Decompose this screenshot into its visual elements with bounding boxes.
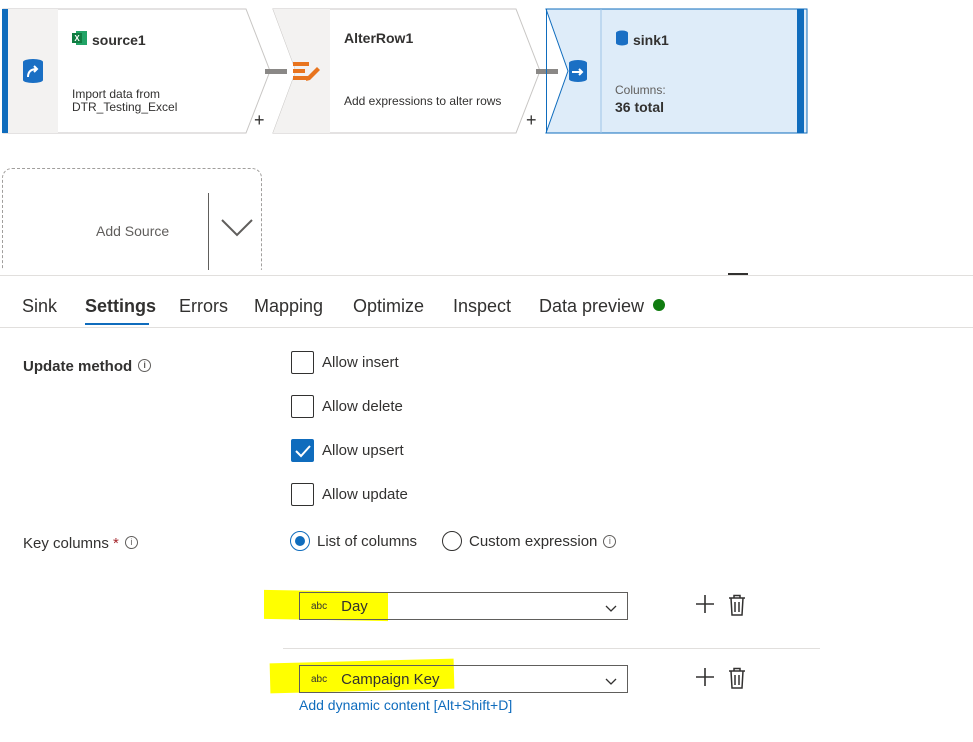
- tab-data-preview-label: Data preview: [539, 296, 645, 316]
- settings-tabs: Sink Settings Errors Mapping Optimize In…: [0, 282, 973, 328]
- source1-description: Import data from DTR_Testing_Excel: [72, 87, 178, 114]
- add-source-label: Add Source: [96, 223, 170, 239]
- source1-title: X source1: [72, 30, 146, 49]
- database-icon: [615, 30, 629, 49]
- allow-delete-checkbox[interactable]: Allow delete: [291, 395, 403, 418]
- type-abc-icon: abc: [311, 673, 328, 685]
- allow-upsert-checkbox[interactable]: Allow upsert: [291, 439, 404, 462]
- add-dynamic-content-link[interactable]: Add dynamic content [Alt+Shift+D]: [299, 697, 512, 713]
- chevron-down-icon: [605, 673, 617, 691]
- svg-text:X: X: [74, 34, 80, 43]
- active-tab-indicator: [85, 323, 149, 325]
- add-icon[interactable]: [695, 667, 715, 692]
- excel-icon: X: [72, 30, 88, 49]
- radio-label: List of columns: [317, 532, 418, 550]
- radio-selected[interactable]: [290, 531, 310, 551]
- custom-expression-radio[interactable]: Custom expression i: [442, 531, 617, 551]
- sink1-title: sink1: [615, 30, 669, 49]
- radio-unselected[interactable]: [442, 531, 462, 551]
- checkbox-label: Allow delete: [322, 398, 403, 415]
- tab-optimize[interactable]: Optimize: [353, 296, 424, 317]
- sink1-node[interactable]: sink1 Columns: 36 total: [545, 8, 809, 134]
- tab-errors[interactable]: Errors: [179, 296, 228, 317]
- tab-settings[interactable]: Settings: [85, 296, 156, 317]
- status-dot-icon: [653, 299, 666, 311]
- radio-label: Custom expression: [469, 532, 598, 550]
- tab-mapping[interactable]: Mapping: [254, 296, 323, 317]
- update-method-label: Update method i: [23, 358, 152, 375]
- checkbox-box[interactable]: [291, 395, 314, 418]
- add-source-button[interactable]: Add Source: [2, 168, 262, 270]
- allow-update-checkbox[interactable]: Allow update: [291, 483, 408, 506]
- sink-database-icon: [563, 8, 593, 134]
- key-columns-label: Key columns * i: [23, 535, 138, 552]
- dropdown-value: Campaign Key: [341, 670, 440, 688]
- list-of-columns-radio[interactable]: List of columns: [290, 531, 417, 551]
- chevron-down-icon: [605, 600, 617, 618]
- add-transform-button[interactable]: +: [526, 110, 537, 131]
- info-icon[interactable]: i: [138, 359, 152, 372]
- checkbox-label: Allow update: [322, 486, 408, 503]
- key-column-dropdown[interactable]: abc Campaign Key: [299, 665, 628, 693]
- type-abc-icon: abc: [311, 600, 328, 612]
- required-marker: *: [113, 535, 119, 552]
- checkbox-box-checked[interactable]: [291, 439, 314, 462]
- info-icon[interactable]: i: [124, 536, 138, 549]
- tab-inspect[interactable]: Inspect: [453, 296, 511, 317]
- trash-icon[interactable]: [728, 594, 746, 621]
- source-refresh-icon: [6, 8, 60, 134]
- tab-sink[interactable]: Sink: [22, 296, 57, 317]
- key-column-dropdown[interactable]: abc Day: [299, 592, 628, 620]
- add-transform-button[interactable]: +: [254, 110, 265, 131]
- alterrow1-title: AlterRow1: [344, 30, 414, 46]
- tab-data-preview[interactable]: Data preview: [539, 296, 666, 317]
- sink1-columns-label: Columns:: [615, 83, 666, 97]
- trash-icon[interactable]: [728, 667, 746, 694]
- allow-insert-checkbox[interactable]: Allow insert: [291, 351, 399, 374]
- alter-row-icon: [286, 8, 326, 134]
- info-icon[interactable]: i: [603, 534, 617, 548]
- alterrow1-node[interactable]: AlterRow1 Add expressions to alter rows: [272, 8, 544, 134]
- data-flow-canvas[interactable]: X source1 Import data from DTR_Testing_E…: [0, 0, 973, 270]
- alterrow1-description: Add expressions to alter rows: [344, 94, 502, 108]
- checkbox-box[interactable]: [291, 483, 314, 506]
- add-icon[interactable]: [695, 594, 715, 619]
- sink1-columns-count: 36 total: [615, 99, 665, 115]
- checkmark-icon: [294, 444, 311, 457]
- chevron-down-icon[interactable]: [220, 217, 254, 242]
- checkbox-box[interactable]: [291, 351, 314, 374]
- panel-divider: [0, 275, 973, 276]
- checkbox-label: Allow upsert: [322, 442, 404, 459]
- panel-resize-handle[interactable]: [728, 273, 748, 275]
- row-divider: [283, 648, 820, 649]
- divider: [208, 193, 209, 270]
- source1-node[interactable]: X source1 Import data from DTR_Testing_E…: [2, 8, 272, 134]
- dropdown-value: Day: [341, 597, 368, 615]
- checkbox-label: Allow insert: [322, 354, 399, 371]
